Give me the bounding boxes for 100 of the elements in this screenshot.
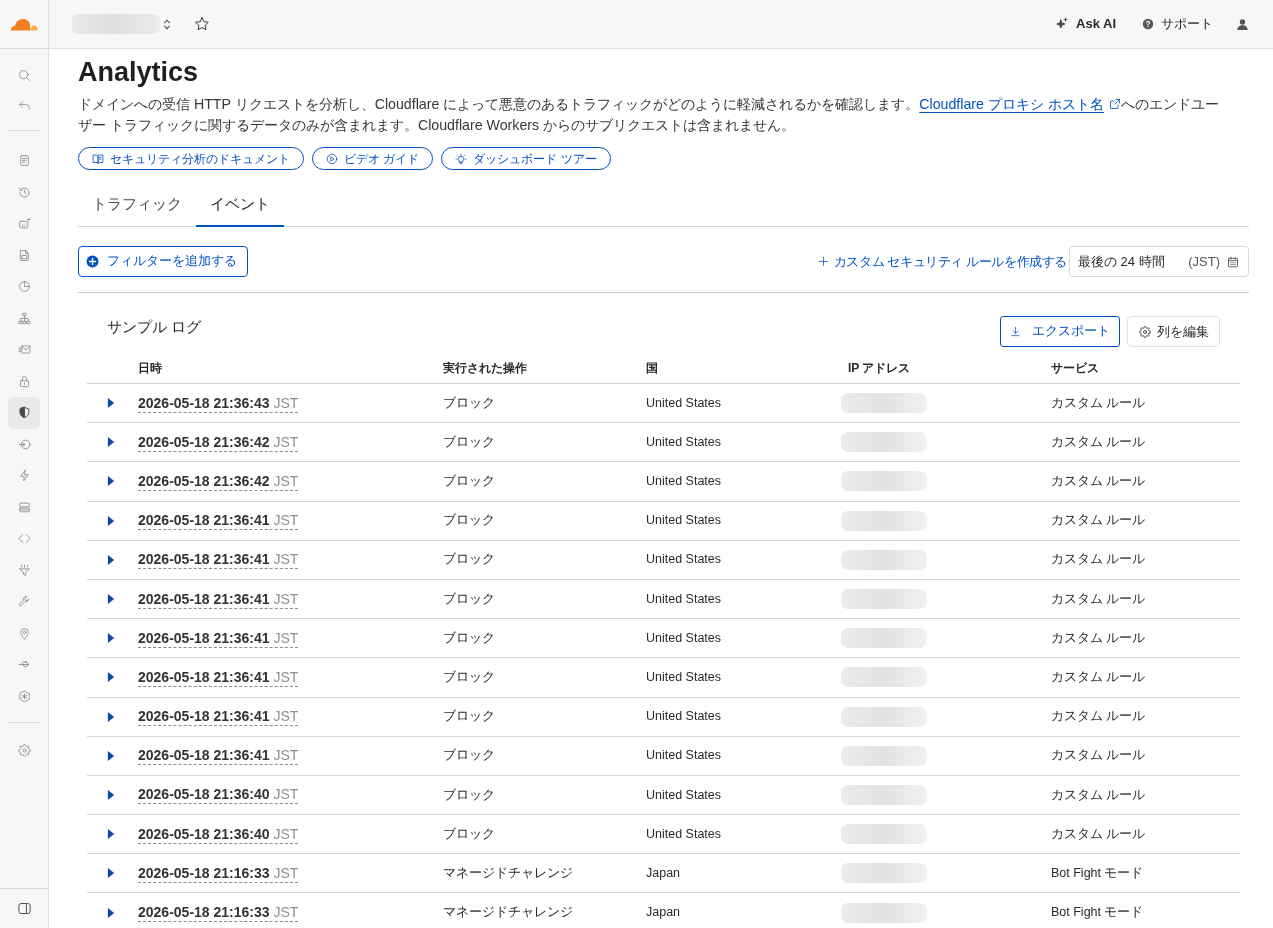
time-range-picker[interactable]: 最後の 24 時間 (JST) xyxy=(1069,246,1249,277)
wrench-icon xyxy=(17,595,31,609)
timestamp-cell: 2026-05-18 21:36:41 JST xyxy=(138,667,299,687)
timestamp-cell: 2026-05-18 21:36:43 JST xyxy=(138,393,299,413)
table-cell-text: マネージドチャレンジ xyxy=(443,904,573,922)
timestamp-cell: 2026-05-18 21:36:40 JST xyxy=(138,785,299,805)
column-header: サービス xyxy=(1051,360,1099,377)
table-cell-text: Bot Fight モード xyxy=(1051,904,1144,922)
table-cell-text: United States xyxy=(646,394,722,412)
caret-right-icon[interactable] xyxy=(107,436,115,449)
robot-icon xyxy=(17,217,31,231)
cloud-logo[interactable] xyxy=(10,17,38,31)
table-cell-text: United States xyxy=(646,551,722,569)
timestamp-cell: 2026-05-18 21:36:41 JST xyxy=(138,628,299,648)
report-icon xyxy=(17,248,31,262)
page-description: ドメインへの受信 HTTP リクエストを分析し、Cloudflare によって悪意のあるトラフィックがどのように軽減されるかを確認します。Cloudflare プロキシ ホスト名 へのエンドユーザー トラフィックに関するデータのみが含まれます。Cloudflare Workers からのサブリクエストは含まれません。 xyxy=(78,95,1220,135)
star-icon[interactable] xyxy=(194,16,210,32)
settings-icon xyxy=(1139,325,1151,338)
proxy-hostnames-link[interactable]: Cloudflare プロキシ ホスト名 xyxy=(919,96,1121,112)
table-cell-text: カスタム ルール xyxy=(1051,473,1146,491)
hexagon-icon xyxy=(17,689,31,703)
export-button[interactable]: エクスポート xyxy=(1000,316,1120,347)
timezone-label: (JST) xyxy=(1188,252,1220,271)
arrow-circle-icon xyxy=(17,437,31,451)
table-cell-text: United States xyxy=(646,512,722,530)
column-header: 日時 xyxy=(138,360,162,377)
server-icon xyxy=(17,500,31,514)
timestamp-cell: 2026-05-18 21:36:41 JST xyxy=(138,746,299,766)
caret-right-icon[interactable] xyxy=(107,749,115,762)
create-rule-link[interactable]: カスタム セキュリティ ルールを作成する xyxy=(817,251,1067,272)
table-cell-text: マネージドチャレンジ xyxy=(443,864,573,882)
table-cell-text: ブロック xyxy=(443,512,495,530)
timestamp-cell: 2026-05-18 21:36:42 JST xyxy=(138,432,299,452)
sitemap-icon xyxy=(17,311,31,325)
caret-right-icon[interactable] xyxy=(107,593,115,606)
support-button[interactable]: サポート xyxy=(1142,14,1213,34)
caret-right-icon[interactable] xyxy=(107,632,115,645)
table-cell-text: Japan xyxy=(646,904,681,922)
sidebar-nav-item[interactable] xyxy=(8,397,40,429)
timestamp-cell: 2026-05-18 21:36:41 JST xyxy=(138,707,299,727)
shield-icon xyxy=(17,406,31,420)
table-cell-text: カスタム ルール xyxy=(1051,747,1146,765)
caret-right-icon[interactable] xyxy=(107,475,115,488)
timestamp-cell: 2026-05-18 21:36:40 JST xyxy=(138,824,299,844)
table-cell-text: カスタム ルール xyxy=(1051,590,1146,608)
tab[interactable]: トラフィック xyxy=(78,184,196,227)
timestamp-cell: 2026-05-18 21:36:41 JST xyxy=(138,511,299,531)
chevron-up-down-icon[interactable] xyxy=(163,17,171,31)
time-range-value: 最後の 24 時間 xyxy=(1078,252,1166,271)
ask-ai-button[interactable]: Ask AI xyxy=(1055,14,1116,34)
timestamp-cell: 2026-05-18 21:36:42 JST xyxy=(138,471,299,491)
table-cell-text: ブロック xyxy=(443,433,495,451)
search-icon[interactable] xyxy=(17,68,31,82)
caret-right-icon[interactable] xyxy=(107,828,115,841)
table-cell-text: ブロック xyxy=(443,590,495,608)
table-cell-text: カスタム ルール xyxy=(1051,551,1146,569)
user-icon[interactable] xyxy=(1236,17,1249,31)
table-cell-text: ブロック xyxy=(443,747,495,765)
tab[interactable]: イベント xyxy=(196,184,284,227)
help-icon xyxy=(1142,18,1154,30)
table-cell-text: United States xyxy=(646,669,722,687)
sidebar-toggle-icon[interactable] xyxy=(16,901,32,916)
column-header: 国 xyxy=(646,360,658,377)
undo-icon[interactable] xyxy=(17,98,31,112)
table-cell-text: ブロック xyxy=(443,629,495,647)
table-cell-text: ブロック xyxy=(443,551,495,569)
timestamp-cell: 2026-05-18 21:36:41 JST xyxy=(138,550,299,570)
sparkle-icon xyxy=(1055,17,1069,31)
document-icon xyxy=(17,154,31,168)
add-filter-button[interactable]: フィルターを追加する xyxy=(78,246,248,277)
play-circle-icon xyxy=(326,152,338,165)
code-icon xyxy=(17,532,31,546)
caret-right-icon[interactable] xyxy=(107,788,115,801)
section-title: サンプル ログ xyxy=(107,317,202,337)
table-cell-text: カスタム ルール xyxy=(1051,786,1146,804)
table-cell-text: United States xyxy=(646,629,722,647)
edit-columns-button[interactable]: 列を編集 xyxy=(1127,316,1220,347)
timestamp-cell: 2026-05-18 21:36:41 JST xyxy=(138,589,299,609)
table-cell-text: United States xyxy=(646,708,722,726)
table-cell-text: United States xyxy=(646,473,722,491)
table-cell-text: カスタム ルール xyxy=(1051,708,1146,726)
column-header: IP アドレス xyxy=(848,360,911,377)
map-pin-icon xyxy=(17,626,31,640)
caret-right-icon[interactable] xyxy=(107,671,115,684)
caret-right-icon[interactable] xyxy=(107,397,115,410)
timestamp-cell: 2026-05-18 21:16:33 JST xyxy=(138,863,299,883)
caret-right-icon[interactable] xyxy=(107,906,115,919)
caret-right-icon[interactable] xyxy=(107,867,115,880)
pie-chart-icon xyxy=(17,280,31,294)
plus-circle-icon xyxy=(86,255,99,268)
table-cell-text: United States xyxy=(646,786,722,804)
funnel-icon xyxy=(17,563,31,577)
table-cell-text: カスタム ルール xyxy=(1051,629,1146,647)
column-header: 実行された操作 xyxy=(443,360,527,377)
caret-right-icon[interactable] xyxy=(107,514,115,527)
caret-right-icon[interactable] xyxy=(107,553,115,566)
external-link-icon xyxy=(1108,98,1121,110)
table-cell-text: United States xyxy=(646,747,722,765)
caret-right-icon[interactable] xyxy=(107,710,115,723)
lock-icon xyxy=(17,374,31,388)
